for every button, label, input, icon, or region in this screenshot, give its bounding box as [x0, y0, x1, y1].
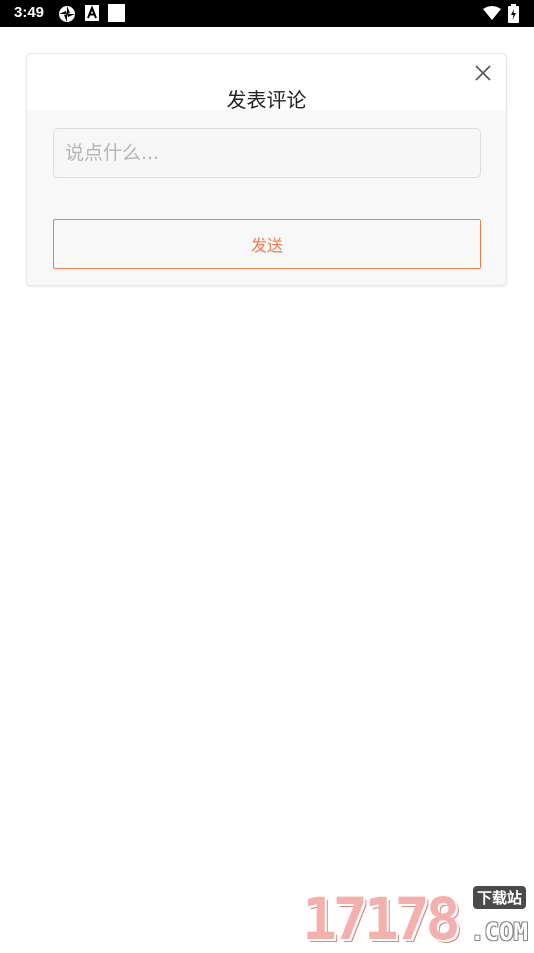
- status-bar: 3:49: [0, 0, 534, 27]
- a-badge-icon: [85, 5, 99, 21]
- aperture-icon: [58, 5, 76, 23]
- watermark-suffix: .COM: [470, 918, 528, 946]
- comment-input[interactable]: [53, 128, 481, 178]
- status-time: 3:49: [14, 4, 44, 21]
- watermark-tag: 下载站: [473, 886, 526, 909]
- send-button[interactable]: 发送: [53, 219, 481, 269]
- wifi-icon: [483, 6, 501, 20]
- watermark-main: 17178: [302, 890, 457, 948]
- battery-charging-icon: [508, 4, 519, 23]
- close-icon[interactable]: [472, 62, 494, 84]
- comment-dialog: 发表评论 发送: [26, 53, 507, 286]
- white-square-icon: [108, 4, 125, 22]
- watermark-logo: 下载站 17178 .COM: [302, 886, 528, 948]
- dialog-header: 发表评论: [27, 54, 506, 110]
- dialog-title: 发表评论: [27, 84, 506, 113]
